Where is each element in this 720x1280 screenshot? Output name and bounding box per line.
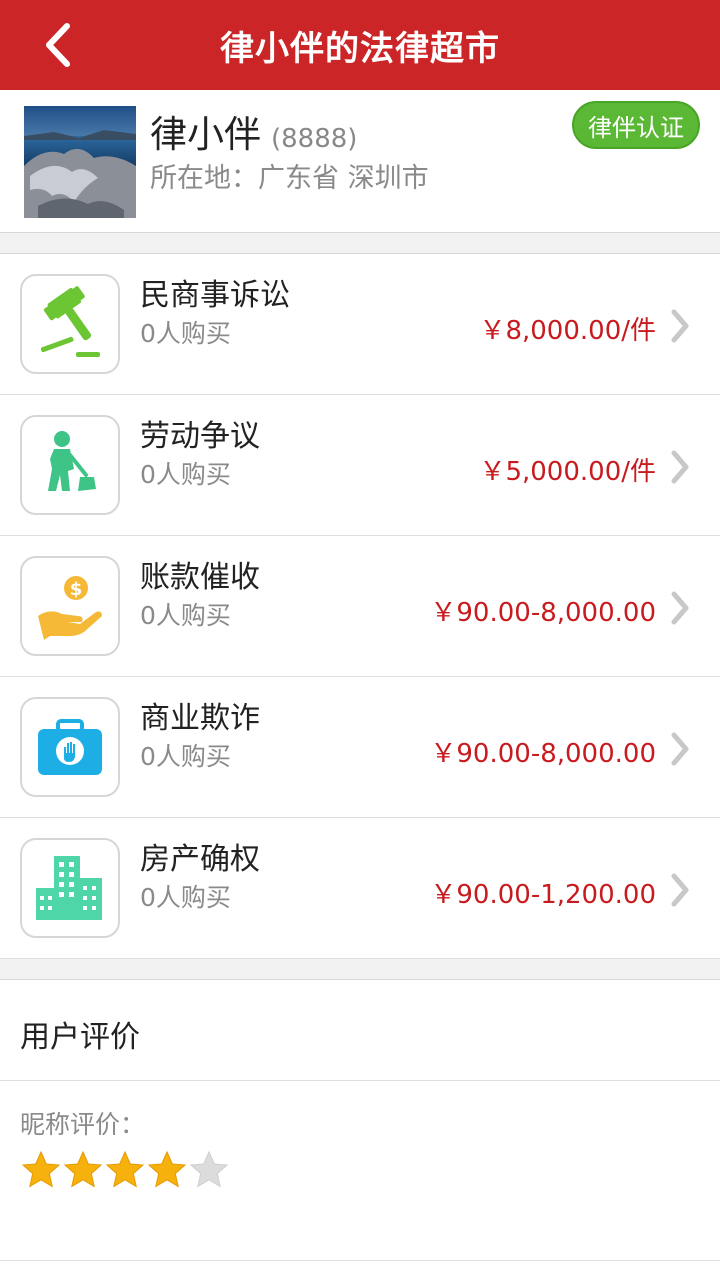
lawyer-location: 所在地：广东省 深圳市 — [150, 163, 429, 194]
list-item[interactable]: 民商事诉讼 0人购买 ￥8,000.00/件 — [0, 254, 720, 395]
back-button[interactable] — [28, 15, 88, 75]
svg-text:$: $ — [70, 579, 83, 600]
reviews-title: 用户评价 — [20, 1020, 140, 1055]
service-price: ￥5,000.00/件 — [479, 457, 656, 487]
review-nickname-label: 昵称评价： — [20, 1110, 146, 1139]
page-title: 律小伴的法律超市 — [220, 28, 500, 69]
avatar[interactable] — [24, 106, 136, 218]
chevron-left-icon — [46, 23, 70, 67]
service-buyers: 0人购买 — [140, 601, 231, 630]
service-price: ￥90.00-8,000.00 — [430, 598, 656, 628]
service-price: ￥90.00-8,000.00 — [430, 739, 656, 769]
chevron-right-icon — [671, 732, 689, 766]
briefcase-hand-icon — [38, 719, 102, 775]
chevron-right-icon — [671, 309, 689, 343]
service-name: 账款催收 — [140, 560, 260, 595]
star-rating — [20, 1149, 230, 1191]
service-buyers: 0人购买 — [140, 460, 231, 489]
service-name: 劳动争议 — [140, 419, 260, 454]
review-item: 昵称评价： — [0, 1081, 720, 1261]
lawyer-id: (8888) — [271, 124, 358, 154]
list-item[interactable]: 商业欺诈 0人购买 ￥90.00-8,000.00 — [0, 677, 720, 818]
service-name: 房产确权 — [140, 842, 260, 877]
money-hand-icon: $ — [38, 576, 102, 640]
star-filled-icon — [63, 1150, 103, 1188]
service-name: 民商事诉讼 — [140, 278, 290, 313]
buildings-icon — [36, 856, 102, 920]
list-item[interactable]: 房产确权 0人购买 ￥90.00-1,200.00 — [0, 818, 720, 959]
service-buyers: 0人购买 — [140, 883, 231, 912]
star-empty-icon — [189, 1150, 229, 1188]
star-filled-icon — [21, 1150, 61, 1188]
service-price: ￥90.00-1,200.00 — [430, 880, 656, 910]
star-filled-icon — [147, 1150, 187, 1188]
section-divider — [0, 233, 720, 253]
service-name: 商业欺诈 — [140, 701, 260, 736]
service-buyers: 0人购买 — [140, 742, 231, 771]
service-buyers: 0人购买 — [140, 319, 231, 348]
lawyer-name: 律小伴 — [150, 113, 261, 156]
section-divider — [0, 959, 720, 979]
chevron-right-icon — [671, 450, 689, 484]
list-item[interactable]: $ 账款催收 0人购买 ￥90.00-8,000.00 — [0, 536, 720, 677]
chevron-right-icon — [671, 591, 689, 625]
reviews-section-header: 用户评价 — [0, 979, 720, 1081]
gavel-icon — [40, 286, 100, 357]
service-list: 民商事诉讼 0人购买 ￥8,000.00/件 劳动争议 0人购买 ￥5,000.… — [0, 253, 720, 959]
top-bar: 律小伴的法律超市 — [0, 0, 720, 90]
service-price: ￥8,000.00/件 — [479, 316, 656, 346]
verification-badge: 律伴认证 — [572, 101, 700, 149]
chevron-right-icon — [671, 873, 689, 907]
lawyer-profile: 律小伴 (8888) 所在地：广东省 深圳市 律伴认证 — [0, 90, 720, 233]
star-filled-icon — [105, 1150, 145, 1188]
list-item[interactable]: 劳动争议 0人购买 ￥5,000.00/件 — [0, 395, 720, 536]
worker-icon — [48, 431, 96, 491]
